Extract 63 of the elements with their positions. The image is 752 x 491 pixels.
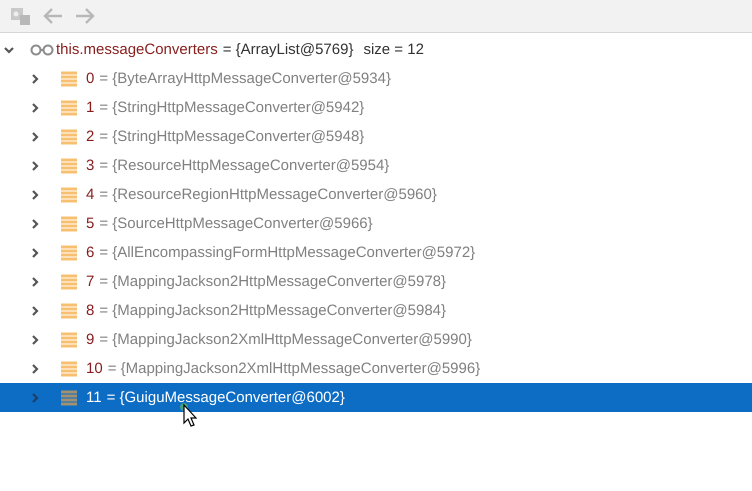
element-index: 6 bbox=[86, 244, 94, 261]
tree-row[interactable]: this.messageConverters = {ArrayList@5769} size = 12 bbox=[0, 35, 752, 64]
element-value: = {StringHttpMessageConverter@5948} bbox=[99, 128, 364, 145]
glasses-icon bbox=[30, 44, 54, 56]
list-icon bbox=[61, 360, 77, 376]
element-index: 10 bbox=[86, 360, 103, 377]
chevron-icon[interactable] bbox=[29, 362, 41, 374]
list-icon bbox=[61, 390, 77, 406]
element-value: = {ResourceHttpMessageConverter@5954} bbox=[99, 157, 390, 174]
element-value: = {ResourceRegionHttpMessageConverter@5960} bbox=[99, 186, 437, 203]
list-icon bbox=[61, 186, 77, 202]
list-icon bbox=[61, 244, 77, 260]
list-icon bbox=[61, 216, 77, 232]
chevron-icon[interactable] bbox=[29, 102, 41, 114]
element-value: = {ByteArrayHttpMessageConverter@5934} bbox=[99, 70, 391, 87]
chevron-icon[interactable] bbox=[29, 218, 41, 230]
element-index: 11 bbox=[86, 389, 102, 406]
tree-row[interactable]: 5 = {SourceHttpMessageConverter@5966} bbox=[0, 209, 752, 238]
tree-row[interactable]: 10 = {MappingJackson2XmlHttpMessageConverter@5996} bbox=[0, 354, 752, 383]
element-value: = {AllEncompassingFormHttpMessageConverter@5972} bbox=[99, 244, 476, 261]
tree-row[interactable]: 1 = {StringHttpMessageConverter@5942} bbox=[0, 93, 752, 122]
element-index: 3 bbox=[86, 157, 94, 174]
element-index: 5 bbox=[86, 215, 94, 232]
variable-name: this.messageConverters bbox=[56, 41, 218, 58]
size-label: size = 12 bbox=[363, 41, 424, 58]
element-value: = {GuiguMessageConverter@6002} bbox=[106, 389, 345, 406]
element-value: = {MappingJackson2XmlHttpMessageConverter@5996} bbox=[108, 360, 480, 377]
element-index: 4 bbox=[86, 186, 94, 203]
chevron-icon[interactable] bbox=[29, 160, 41, 172]
list-icon bbox=[61, 158, 77, 174]
tree-row[interactable]: 9 = {MappingJackson2XmlHttpMessageConverter@5990} bbox=[0, 325, 752, 354]
chevron-icon[interactable] bbox=[29, 276, 41, 288]
chevron-icon[interactable] bbox=[29, 188, 41, 200]
list-icon bbox=[61, 274, 77, 290]
list-icon bbox=[61, 302, 77, 318]
element-index: 8 bbox=[86, 302, 94, 319]
chevron-icon[interactable] bbox=[29, 334, 41, 346]
element-index: 0 bbox=[86, 70, 94, 87]
element-value: = {MappingJackson2HttpMessageConverter@5978} bbox=[99, 273, 446, 290]
tree-row[interactable]: 0 = {ByteArrayHttpMessageConverter@5934} bbox=[0, 64, 752, 93]
chevron-icon[interactable] bbox=[29, 72, 41, 84]
element-value: = {StringHttpMessageConverter@5942} bbox=[99, 99, 364, 116]
element-value: = {SourceHttpMessageConverter@5966} bbox=[99, 215, 373, 232]
tree-row[interactable]: 6 = {AllEncompassingFormHttpMessageConverter@5972} bbox=[0, 238, 752, 267]
chevron-icon[interactable] bbox=[29, 304, 41, 316]
tree-row[interactable]: 8 = {MappingJackson2HttpMessageConverter@5984} bbox=[0, 296, 752, 325]
tree-row[interactable]: 7 = {MappingJackson2HttpMessageConverter@5978} bbox=[0, 267, 752, 296]
tree-row[interactable]: 2 = {StringHttpMessageConverter@5948} bbox=[0, 122, 752, 151]
element-index: 9 bbox=[86, 331, 94, 348]
list-icon bbox=[61, 128, 77, 144]
element-index: 7 bbox=[86, 273, 94, 290]
variable-value: = {ArrayList@5769} bbox=[222, 41, 354, 58]
list-icon bbox=[61, 332, 77, 348]
tree-row[interactable]: 4 = {ResourceRegionHttpMessageConverter@5960} bbox=[0, 180, 752, 209]
list-icon bbox=[61, 100, 77, 116]
element-index: 1 bbox=[86, 99, 94, 116]
element-value: = {MappingJackson2XmlHttpMessageConverter@5990} bbox=[99, 331, 472, 348]
element-index: 2 bbox=[86, 128, 94, 145]
list-icon bbox=[61, 70, 77, 86]
chevron-icon[interactable] bbox=[29, 130, 41, 142]
chevron-icon[interactable] bbox=[29, 246, 41, 258]
element-value: = {MappingJackson2HttpMessageConverter@5984} bbox=[99, 302, 446, 319]
tree-row[interactable]: 3 = {ResourceHttpMessageConverter@5954} bbox=[0, 151, 752, 180]
